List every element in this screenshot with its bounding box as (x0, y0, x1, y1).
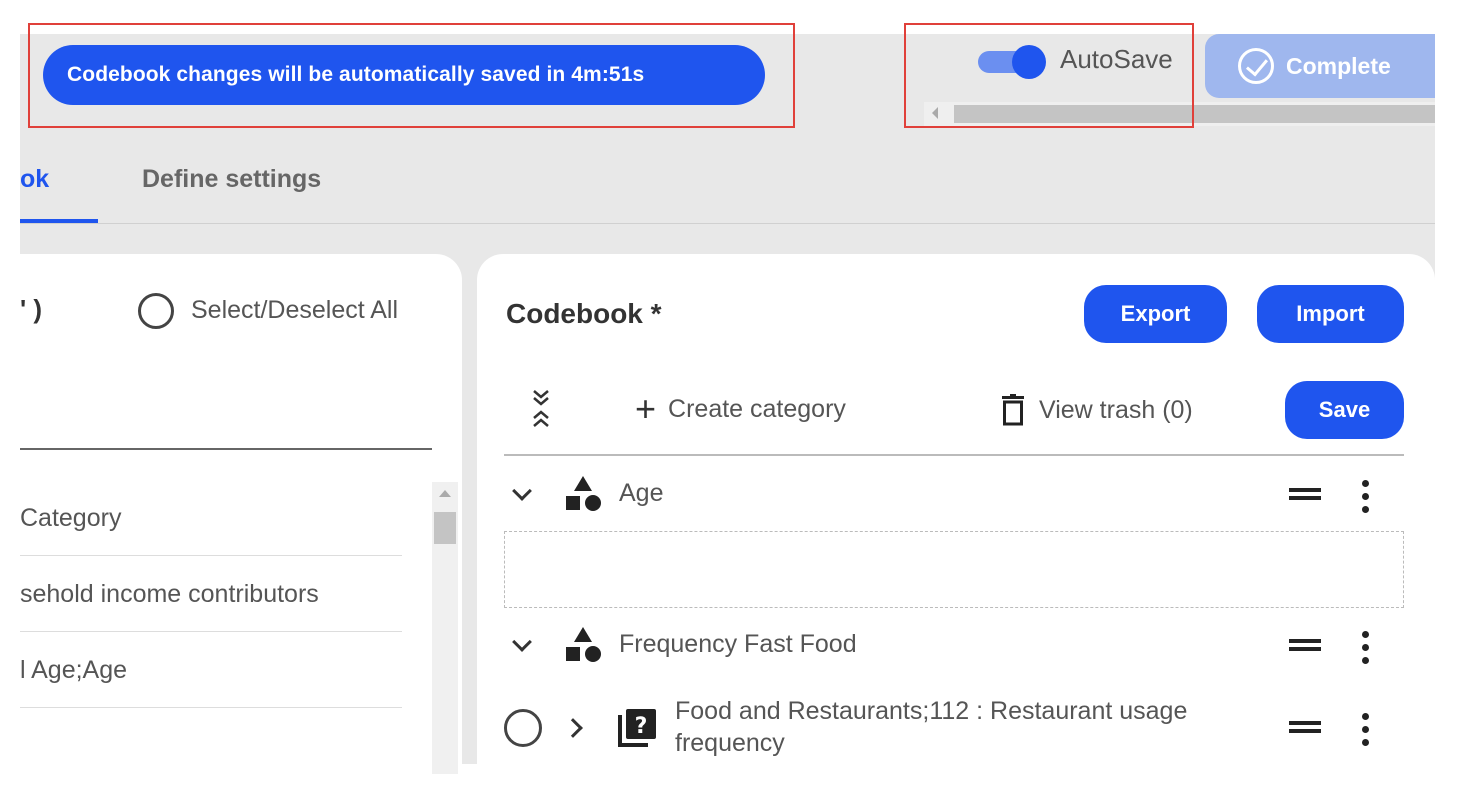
codebook-divider (504, 454, 1404, 456)
codebook-title: Codebook * (506, 298, 662, 329)
category-label-age[interactable]: Age (619, 479, 663, 508)
more-options-icon[interactable] (1362, 631, 1370, 667)
drag-handle-icon[interactable] (1289, 639, 1321, 651)
variables-count: ' ) (20, 294, 43, 324)
save-button[interactable]: Save (1285, 381, 1404, 439)
trash-icon (1002, 394, 1024, 426)
check-circle-icon (1238, 48, 1274, 84)
category-label-frequency-fast-food[interactable]: Frequency Fast Food (619, 630, 857, 659)
collapse-all-icon[interactable] (529, 388, 553, 436)
vertical-scrollbar[interactable] (432, 482, 458, 774)
svg-text:?: ? (635, 714, 648, 739)
tab-define-settings[interactable]: Define settings (142, 165, 321, 194)
category-shapes-icon (566, 627, 601, 662)
tab-divider (20, 223, 1435, 224)
chevron-down-icon[interactable] (512, 481, 532, 501)
drag-handle-icon[interactable] (1289, 721, 1321, 733)
list-item[interactable]: sehold income contributors (20, 556, 402, 632)
list-item[interactable]: Category (20, 480, 402, 556)
complete-button[interactable]: Complete (1205, 34, 1435, 98)
more-options-icon[interactable] (1362, 480, 1370, 516)
chevron-down-icon[interactable] (512, 632, 532, 652)
scroll-up-arrow-icon[interactable] (439, 490, 451, 497)
autosave-highlight-box (904, 23, 1194, 128)
banner-highlight-box (28, 23, 795, 128)
export-button[interactable]: Export (1084, 285, 1227, 343)
chevron-right-icon[interactable] (563, 718, 583, 738)
list-item[interactable]: l Age;Age (20, 632, 402, 708)
question-bank-icon: ? (618, 709, 656, 747)
select-all-label[interactable]: Select/Deselect All (191, 296, 398, 325)
tab-codebook[interactable]: ok (20, 165, 49, 194)
drag-handle-icon[interactable] (1289, 488, 1321, 500)
view-trash-label: View trash (0) (1039, 395, 1193, 424)
create-category-label: Create category (668, 394, 846, 423)
plus-icon: + (635, 388, 657, 429)
category-drop-zone[interactable] (504, 531, 1404, 608)
more-options-icon[interactable] (1362, 713, 1370, 749)
complete-button-label: Complete (1286, 52, 1391, 79)
select-all-checkbox[interactable] (138, 293, 174, 329)
question-label[interactable]: Food and Restaurants;112 : Restaurant us… (675, 695, 1265, 759)
category-shapes-icon (566, 476, 601, 511)
scrollbar-thumb[interactable] (434, 512, 456, 544)
import-button[interactable]: Import (1257, 285, 1404, 343)
left-panel-divider (20, 448, 432, 450)
variables-panel: ' ) Select/Deselect All Category sehold … (20, 254, 462, 774)
codebook-panel: Codebook * Export Import + Create catego… (477, 254, 1435, 774)
question-checkbox[interactable] (504, 709, 542, 747)
view-trash-button[interactable]: View trash (0) (1001, 394, 1193, 426)
create-category-button[interactable]: + Create category (635, 388, 846, 429)
